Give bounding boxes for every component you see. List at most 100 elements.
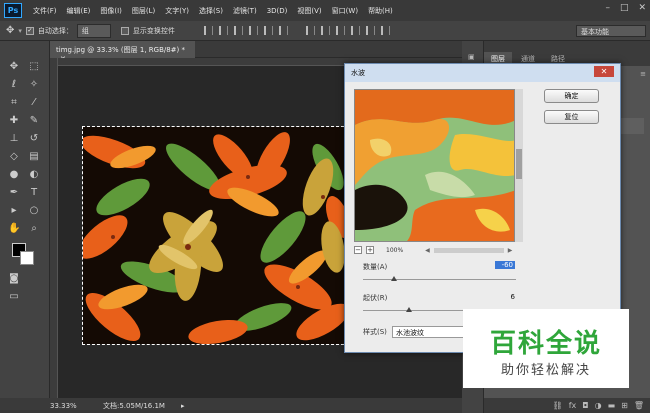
close-icon[interactable]: ✕ [638,3,646,13]
ok-button[interactable]: 确定 [544,89,599,103]
document-tab[interactable]: timg.jpg @ 33.3% (图层 1, RGB/8#) * ✕ [50,41,195,63]
maximize-icon[interactable]: □ [620,3,629,13]
delete-layer-icon[interactable]: 🗑 [634,401,644,410]
preview-hscrollbar[interactable] [433,247,504,253]
menu-select[interactable]: 选择(S) [194,6,228,16]
minimize-icon[interactable]: – [605,3,610,13]
auto-select-label: 自动选择： [37,26,73,35]
zoom-tool-icon[interactable]: ⌕ [28,223,40,235]
gradient-icon[interactable]: ▤ [28,151,40,163]
menu-type[interactable]: 文字(Y) [160,6,194,16]
amount-value[interactable]: -60 [495,261,515,269]
align-bottom-icon[interactable] [233,26,243,35]
workspace-dropdown[interactable]: 基本功能 [576,25,646,37]
reset-button[interactable]: 复位 [544,110,599,124]
amount-slider[interactable] [363,276,516,281]
zoom-level[interactable]: 33.33% [50,402,77,410]
distribute-vcenter-icon[interactable] [320,26,330,35]
ridges-value[interactable]: 6 [495,293,515,301]
screen-mode-icon[interactable]: ▭ [8,291,20,303]
dialog-close-button[interactable]: ✕ [594,66,614,77]
zoom-out-button[interactable]: − [354,246,362,254]
dodge-tool-icon[interactable]: ◐ [28,169,40,181]
menu-bar: Ps 文件(F) 编辑(E) 图像(I) 图层(L) 文字(Y) 选择(S) 滤… [0,0,650,21]
eyedropper-icon[interactable]: ⁄ [28,97,40,109]
brush-tool-icon[interactable]: ✎ [28,115,40,127]
layer-style-icon[interactable]: fx [569,401,577,410]
path-select-icon[interactable]: ▸ [8,205,20,217]
align-top-icon[interactable] [203,26,213,35]
link-layers-icon[interactable]: ⛓ [553,401,563,410]
align-vcenter-icon[interactable] [218,26,228,35]
quick-mask-icon[interactable]: ◙ [8,273,20,285]
filter-preview[interactable] [354,89,515,242]
window-controls: – □ ✕ [605,3,646,13]
scroll-left-icon[interactable]: ◀ [425,247,430,254]
move-tool-icon[interactable]: ✥ [6,25,14,36]
lasso-tool-icon[interactable]: ℓ [8,79,20,91]
preview-zoom-level: 100% [386,246,404,254]
healing-brush-icon[interactable]: ✚ [8,115,20,127]
show-transform-label: 显示变换控件 [132,26,175,35]
shape-tool-icon[interactable]: ○ [28,205,40,217]
status-bar: 33.33% 文档:5.05M/16.1M ▸ [0,398,462,413]
lily-flowers-image [83,127,348,344]
clone-stamp-icon[interactable]: ⊥ [8,133,20,145]
auto-select-checkbox[interactable]: ✓ [25,26,34,35]
align-hcenter-icon[interactable] [263,26,273,35]
watermark-title: 百科全说 [489,329,602,359]
status-arrow-icon[interactable]: ▸ [181,402,185,410]
adjustment-layer-icon[interactable]: ◑ [595,401,602,410]
scrollbar-thumb[interactable] [516,149,522,179]
menu-filter[interactable]: 滤镜(T) [228,6,262,16]
preview-zoom-controls: − + 100% ◀ ▶ [354,245,514,255]
new-group-icon[interactable]: ▬ [608,401,616,410]
hand-tool-icon[interactable]: ✋ [8,223,20,235]
menu-file[interactable]: 文件(F) [28,6,62,16]
magic-wand-icon[interactable]: ✧ [28,79,40,91]
document-title: timg.jpg @ 33.3% (图层 1, RGB/8#) * [56,46,186,54]
ridges-slider-knob[interactable] [405,307,412,312]
menu-view[interactable]: 视图(V) [292,6,326,16]
new-layer-icon[interactable]: ⊞ [621,401,628,410]
menu-edit[interactable]: 编辑(E) [62,6,96,16]
add-mask-icon[interactable]: ◘ [582,401,588,410]
scroll-right-icon[interactable]: ▶ [508,247,513,254]
style-label: 样式(S) [363,328,387,336]
dialog-title: 水波 [351,69,365,77]
panel-menu-icon[interactable]: ≡ [640,70,646,78]
type-tool-icon[interactable]: T [28,187,40,199]
eraser-icon[interactable]: ◇ [8,151,20,163]
auto-select-dropdown[interactable]: 组 [76,23,111,38]
crop-tool-icon[interactable]: ⌗ [8,97,20,109]
blur-tool-icon[interactable]: ● [8,169,20,181]
layers-panel-footer: ⛓ fx ◘ ◑ ▬ ⊞ 🗑 [484,398,650,413]
background-color-swatch[interactable] [20,251,34,265]
align-right-icon[interactable] [278,26,288,35]
history-icon[interactable]: ▣ [468,53,475,61]
distribute-hcenter-icon[interactable] [365,26,375,35]
style-dropdown[interactable]: 水池波纹 [392,326,470,338]
show-transform-checkbox[interactable] [120,26,129,35]
menu-help[interactable]: 帮助(H) [363,6,398,16]
dropdown-arrow-icon[interactable]: ▾ [18,27,22,35]
dialog-titlebar[interactable]: 水波 ✕ [345,64,620,82]
marquee-tool-icon[interactable]: ⬚ [28,61,40,73]
document-image[interactable] [82,126,349,345]
menu-layer[interactable]: 图层(L) [127,6,160,16]
preview-scrollbar[interactable] [515,89,523,242]
amount-slider-knob[interactable] [390,276,397,281]
move-tool-icon[interactable]: ✥ [8,61,20,73]
menu-image[interactable]: 图像(I) [95,6,127,16]
history-brush-icon[interactable]: ↺ [28,133,40,145]
align-left-icon[interactable] [248,26,258,35]
distribute-top-icon[interactable] [305,26,315,35]
options-bar: ✥ ▾ ✓ 自动选择： 组 显示变换控件 基本功能 [0,21,650,41]
distribute-right-icon[interactable] [380,26,390,35]
distribute-left-icon[interactable] [350,26,360,35]
zoom-in-button[interactable]: + [366,246,374,254]
distribute-bottom-icon[interactable] [335,26,345,35]
menu-3d[interactable]: 3D(D) [262,7,293,15]
pen-tool-icon[interactable]: ✒ [8,187,20,199]
menu-window[interactable]: 窗口(W) [327,6,363,16]
